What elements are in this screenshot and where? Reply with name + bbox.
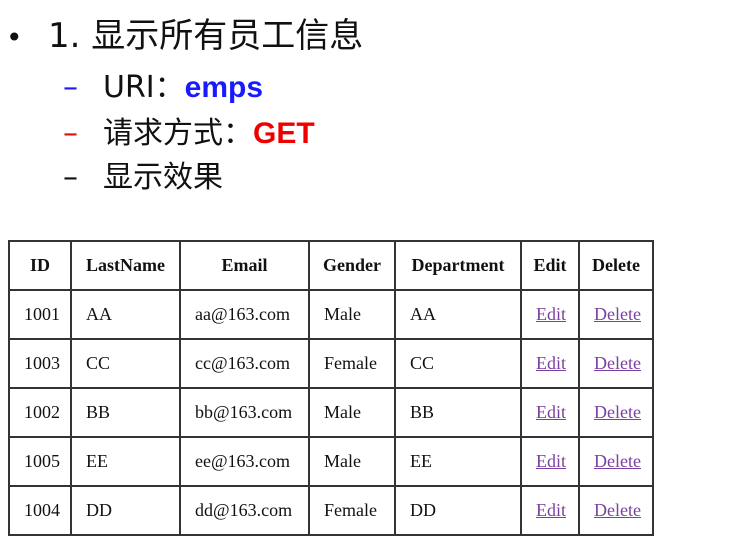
method-value: GET (253, 117, 315, 150)
dash-marker: – (63, 70, 78, 105)
cell-department: BB (394, 387, 522, 438)
cell-department: DD (394, 485, 522, 536)
header-lastname: LastName (70, 240, 181, 291)
cell-lastname: AA (70, 289, 181, 340)
edit-link[interactable]: Edit (520, 338, 580, 389)
dash-marker: – (63, 160, 78, 195)
cell-id: 1005 (8, 436, 72, 487)
delete-link[interactable]: Delete (578, 387, 654, 438)
delete-link[interactable]: Delete (578, 485, 654, 536)
cell-gender: Male (308, 436, 396, 487)
table-row: 1004 DD dd@163.com Female DD Edit Delete (8, 485, 654, 536)
cell-lastname: BB (70, 387, 181, 438)
method-label: 请求方式： (103, 116, 253, 151)
table-header-row: ID LastName Email Gender Department Edit… (8, 240, 654, 291)
table-row: 1003 CC cc@163.com Female CC Edit Delete (8, 338, 654, 389)
header-edit: Edit (520, 240, 580, 291)
cell-email: cc@163.com (179, 338, 310, 389)
delete-link[interactable]: Delete (578, 289, 654, 340)
cell-email: bb@163.com (179, 387, 310, 438)
cell-gender: Male (308, 387, 396, 438)
dash-marker: – (63, 116, 78, 151)
cell-department: AA (394, 289, 522, 340)
cell-department: CC (394, 338, 522, 389)
delete-link[interactable]: Delete (578, 436, 654, 487)
edit-link[interactable]: Edit (520, 436, 580, 487)
employee-table: ID LastName Email Gender Department Edit… (8, 240, 654, 536)
cell-gender: Male (308, 289, 396, 340)
sub-item-display: – 显示效果 (63, 158, 223, 198)
header-id: ID (8, 240, 72, 291)
main-heading: 1. 显示所有员工信息 (48, 16, 364, 56)
cell-lastname: CC (70, 338, 181, 389)
header-email: Email (179, 240, 310, 291)
uri-label: URI： (103, 70, 185, 105)
cell-id: 1001 (8, 289, 72, 340)
delete-link[interactable]: Delete (578, 338, 654, 389)
cell-id: 1004 (8, 485, 72, 536)
header-department: Department (394, 240, 522, 291)
cell-lastname: EE (70, 436, 181, 487)
cell-lastname: DD (70, 485, 181, 536)
cell-email: aa@163.com (179, 289, 310, 340)
bullet-dot: • (6, 21, 23, 54)
header-gender: Gender (308, 240, 396, 291)
cell-id: 1003 (8, 338, 72, 389)
table-row: 1002 BB bb@163.com Male BB Edit Delete (8, 387, 654, 438)
cell-gender: Female (308, 485, 396, 536)
uri-value: emps (184, 71, 264, 104)
header-delete: Delete (578, 240, 654, 291)
sub-item-method: – 请求方式：GET (63, 114, 315, 154)
cell-email: dd@163.com (179, 485, 310, 536)
edit-link[interactable]: Edit (520, 485, 580, 536)
edit-link[interactable]: Edit (520, 289, 580, 340)
main-bullet: • 1. 显示所有员工信息 (6, 14, 363, 60)
cell-department: EE (394, 436, 522, 487)
cell-gender: Female (308, 338, 396, 389)
display-label: 显示效果 (103, 160, 223, 195)
cell-id: 1002 (8, 387, 72, 438)
edit-link[interactable]: Edit (520, 387, 580, 438)
cell-email: ee@163.com (179, 436, 310, 487)
table-row: 1005 EE ee@163.com Male EE Edit Delete (8, 436, 654, 487)
table-row: 1001 AA aa@163.com Male AA Edit Delete (8, 289, 654, 340)
sub-item-uri: – URI：emps (63, 68, 263, 108)
